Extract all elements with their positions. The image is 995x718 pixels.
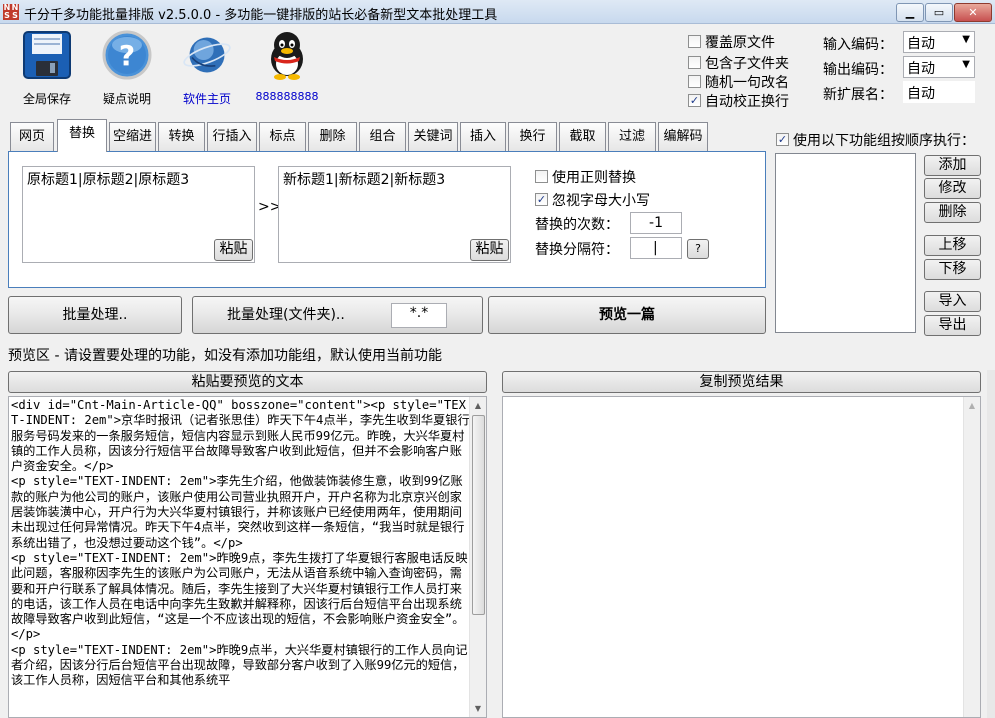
help-label: 疑点说明 — [102, 92, 151, 106]
replace-separator-label: 替换分隔符： — [535, 242, 619, 258]
help-button[interactable]: ? 疑点说明 — [87, 30, 167, 107]
use-function-groups-label: 使用以下功能组按顺序执行： — [793, 133, 975, 149]
function-group-list[interactable] — [775, 153, 916, 333]
tab-extract[interactable]: 截取 — [559, 122, 606, 151]
tab-encode-decode[interactable]: 编解码 — [658, 122, 708, 151]
replace-count-input[interactable]: -1 — [630, 212, 682, 234]
input-encoding-label: 输入编码： — [823, 37, 893, 53]
auto-wrap-checkbox[interactable]: ✓ — [688, 94, 701, 107]
replace-separator-value: | — [653, 240, 658, 256]
qq-contact-link[interactable]: 888888888 — [247, 30, 327, 103]
floppy-disk-icon — [23, 31, 71, 79]
ignore-case-label: 忽视字母大小写 — [552, 193, 650, 209]
tab-filter[interactable]: 过滤 — [608, 122, 656, 151]
qq-penguin-icon — [271, 32, 303, 80]
use-regex-checkbox[interactable] — [535, 170, 548, 183]
source-preview-textarea[interactable]: <div id="Cnt-Main-Article-QQ" bosszone="… — [8, 396, 487, 718]
maximize-button[interactable]: ▭ — [925, 3, 953, 22]
overwrite-original-option[interactable]: 覆盖原文件 — [688, 32, 775, 52]
scroll-up-icon[interactable]: ▲ — [470, 397, 486, 414]
paste-replace-button[interactable]: 粘贴 — [470, 239, 509, 261]
qq-number-label: 888888888 — [255, 90, 319, 103]
tab-indent[interactable]: 空缩进 — [109, 122, 156, 151]
source-preview-content: <div id="Cnt-Main-Article-QQ" bosszone="… — [11, 398, 470, 688]
import-button[interactable]: 导入 — [924, 291, 981, 312]
replace-count-label: 替换的次数： — [535, 217, 619, 233]
preview-hint: 预览区 - 请设置要处理的功能，如没有添加功能组，默认使用当前功能 — [8, 348, 442, 364]
homepage-link[interactable]: 软件主页 — [167, 30, 247, 107]
include-subfolders-checkbox[interactable] — [688, 56, 701, 69]
tab-punctuation[interactable]: 标点 — [259, 122, 306, 151]
edit-group-button[interactable]: 修改 — [924, 178, 981, 199]
tab-linebreak[interactable]: 换行 — [508, 122, 557, 151]
save-all-label: 全局保存 — [22, 92, 71, 106]
minimize-icon: ▁ — [905, 6, 915, 19]
output-encoding-label: 输出编码： — [823, 62, 893, 78]
add-group-button[interactable]: 添加 — [924, 155, 981, 176]
homepage-label: 软件主页 — [182, 92, 231, 106]
save-all-button[interactable]: 全局保存 — [7, 30, 87, 107]
chevron-down-icon: ▼ — [962, 59, 970, 70]
maximize-icon: ▭ — [933, 6, 945, 19]
include-subfolders-option[interactable]: 包含子文件夹 — [688, 53, 789, 73]
output-encoding-value: 自动 — [907, 61, 935, 77]
ignore-case-checkbox[interactable]: ✓ — [535, 193, 548, 206]
random-rename-label: 随机一句改名 — [705, 75, 789, 91]
copy-preview-result-button[interactable]: 复制预览结果 — [502, 371, 981, 393]
tab-web[interactable]: 网页 — [10, 122, 54, 151]
auto-wrap-label: 自动校正换行 — [705, 94, 789, 110]
output-encoding-select[interactable]: 自动 ▼ — [903, 56, 975, 78]
include-subfolders-label: 包含子文件夹 — [705, 56, 789, 72]
use-regex-option[interactable]: 使用正则替换 — [535, 167, 636, 187]
app-icon: NN SS — [3, 4, 19, 20]
input-encoding-select[interactable]: 自动 ▼ — [903, 31, 975, 53]
use-function-groups-option[interactable]: ✓ 使用以下功能组按顺序执行： — [776, 130, 975, 150]
use-function-groups-checkbox[interactable]: ✓ — [776, 133, 789, 146]
minimize-button[interactable]: ▁ — [896, 3, 924, 22]
tab-combine[interactable]: 组合 — [359, 122, 406, 151]
scroll-up-icon[interactable]: ▲ — [964, 397, 980, 414]
question-mark-icon: ? — [102, 30, 152, 80]
close-button[interactable]: ✕ — [954, 3, 992, 22]
separator-help-button[interactable]: ? — [687, 239, 709, 259]
file-filter-input[interactable]: *.* — [391, 303, 447, 328]
input-encoding-value: 自动 — [907, 36, 935, 52]
batch-process-button[interactable]: 批量处理.. — [8, 296, 182, 334]
scroll-down-icon[interactable]: ▼ — [470, 700, 486, 717]
move-down-button[interactable]: 下移 — [924, 259, 981, 280]
replace-separator-input[interactable]: | — [630, 237, 682, 259]
chevron-down-icon: ▼ — [962, 34, 970, 45]
new-extension-label: 新扩展名： — [823, 87, 893, 103]
result-scrollbar[interactable]: ▲ — [963, 397, 980, 717]
overwrite-original-label: 覆盖原文件 — [705, 35, 775, 51]
random-rename-checkbox[interactable] — [688, 75, 701, 88]
paste-preview-text-button[interactable]: 粘贴要预览的文本 — [8, 371, 487, 393]
tab-insert[interactable]: 插入 — [460, 122, 506, 151]
random-rename-option[interactable]: 随机一句改名 — [688, 72, 789, 92]
paste-find-button[interactable]: 粘贴 — [214, 239, 253, 261]
close-icon: ✕ — [968, 6, 978, 19]
delete-group-button[interactable]: 删除 — [924, 202, 981, 223]
overwrite-original-checkbox[interactable] — [688, 35, 701, 48]
auto-wrap-option[interactable]: ✓ 自动校正换行 — [688, 91, 789, 111]
tab-convert[interactable]: 转换 — [158, 122, 205, 151]
source-scrollbar[interactable]: ▲ ▼ — [469, 397, 486, 717]
svg-text:?: ? — [119, 39, 135, 72]
tab-line-insert[interactable]: 行插入 — [207, 122, 257, 151]
use-regex-label: 使用正则替换 — [552, 170, 636, 186]
window-edge-scrollbar — [987, 370, 995, 718]
new-extension-input[interactable]: 自动 — [903, 81, 975, 103]
preview-one-button[interactable]: 预览一篇 — [488, 296, 766, 334]
move-up-button[interactable]: 上移 — [924, 235, 981, 256]
tab-replace[interactable]: 替换 — [57, 119, 107, 152]
ignore-case-option[interactable]: ✓ 忽视字母大小写 — [535, 190, 650, 210]
window-title: 千分千多功能批量排版 v2.5.0.0 - 多功能一键排版的站长必备新型文本批处… — [24, 8, 498, 23]
tab-delete[interactable]: 删除 — [308, 122, 357, 151]
globe-icon — [183, 37, 231, 73]
tab-keywords[interactable]: 关键词 — [408, 122, 458, 151]
export-button[interactable]: 导出 — [924, 315, 981, 336]
scrollbar-thumb[interactable] — [472, 415, 485, 615]
result-preview-textarea[interactable]: ▲ — [502, 396, 981, 718]
